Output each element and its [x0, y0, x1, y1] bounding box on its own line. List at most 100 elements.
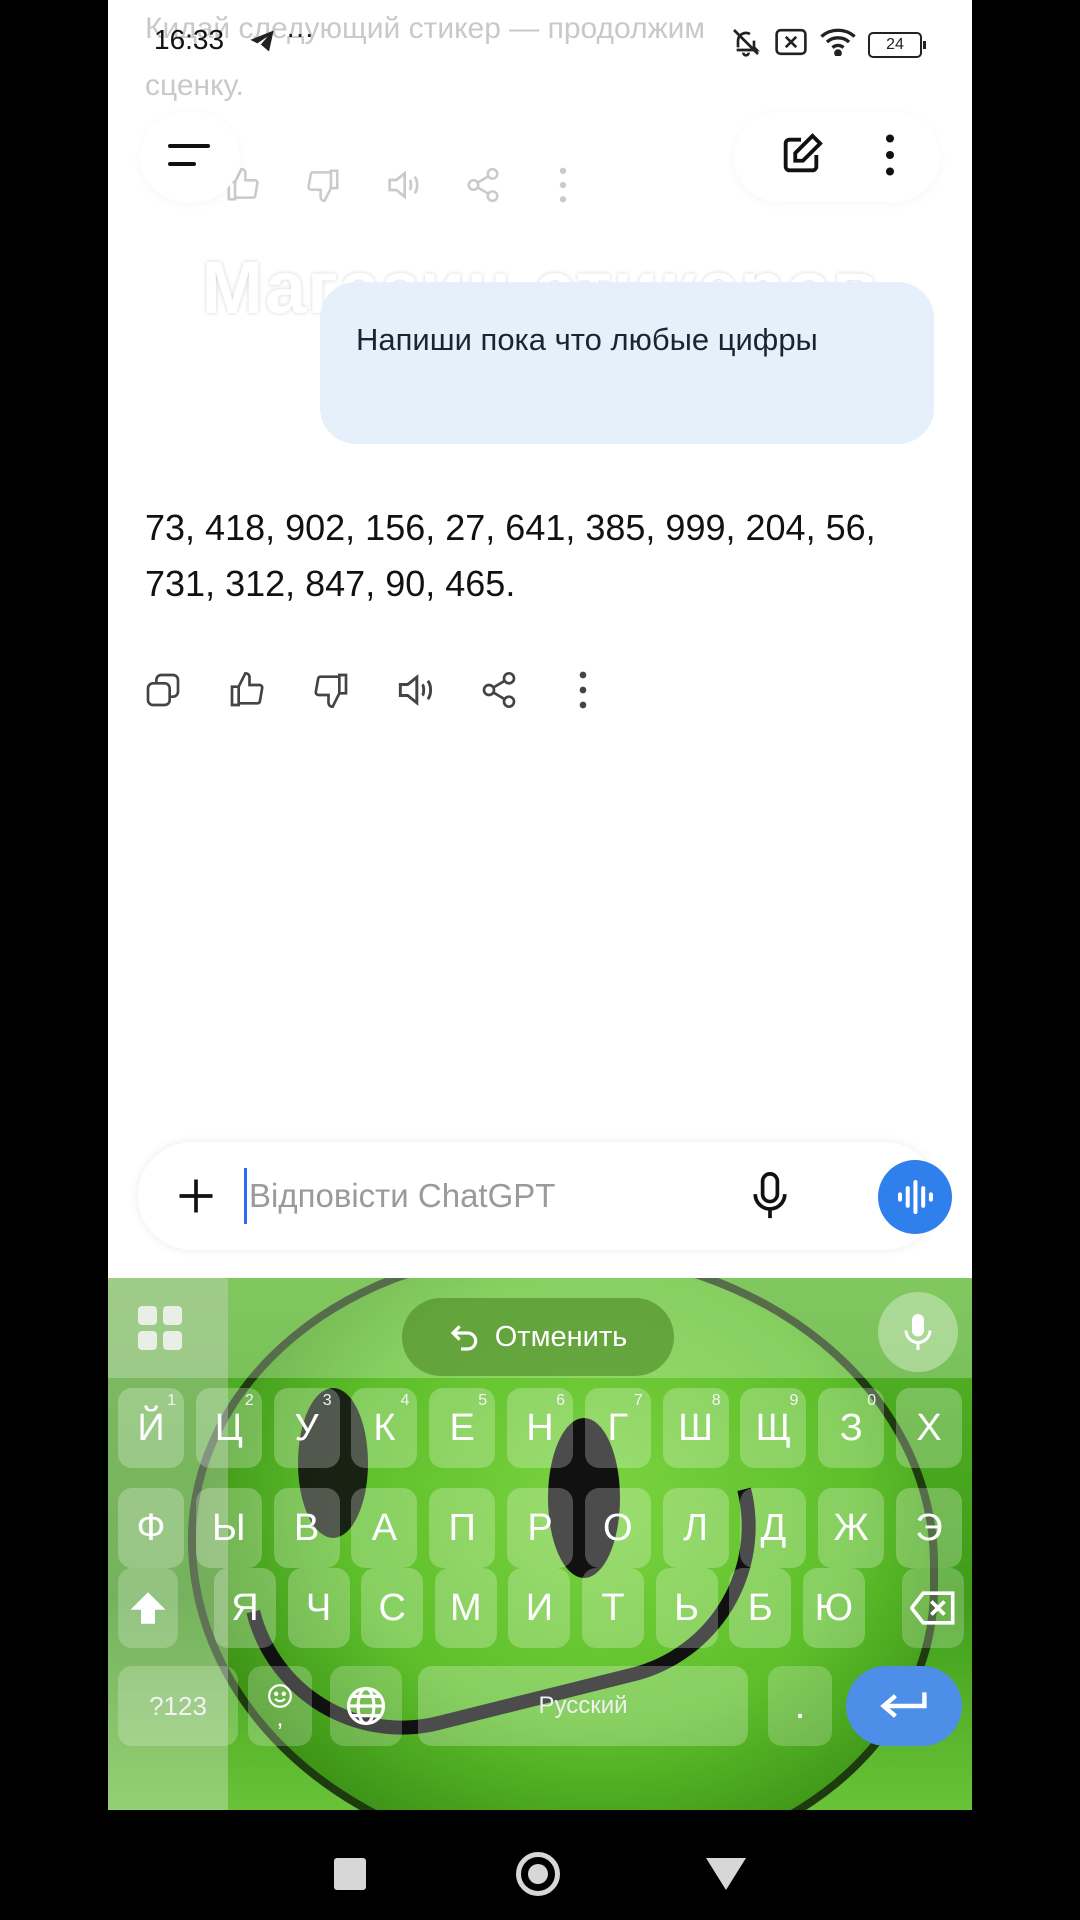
key-row3[interactable]: И: [508, 1568, 571, 1648]
attach-button[interactable]: [166, 1166, 226, 1226]
wifi-icon: [820, 28, 856, 61]
undo-icon: [450, 1325, 477, 1351]
key-row3[interactable]: Ь: [655, 1568, 718, 1648]
key-row3[interactable]: Ю: [802, 1568, 865, 1648]
more-actions-button[interactable]: [558, 665, 608, 715]
more-notifications-icon: ···: [286, 18, 314, 49]
key-row2[interactable]: А: [351, 1488, 418, 1568]
emoji-comma-key[interactable]: ,: [248, 1666, 312, 1746]
thumbs-down-button[interactable]: [306, 665, 356, 715]
key-row2[interactable]: Э: [896, 1488, 962, 1568]
voice-mode-button[interactable]: [878, 1160, 952, 1234]
space-key[interactable]: Русский: [418, 1666, 748, 1746]
language-key[interactable]: [330, 1666, 402, 1746]
enter-icon: [880, 1692, 927, 1718]
key-row1[interactable]: Й1: [118, 1388, 184, 1468]
key-row1[interactable]: Щ9: [740, 1388, 807, 1468]
copy-button[interactable]: [138, 665, 188, 715]
new-chat-button[interactable]: [778, 132, 824, 183]
key-hint: 8: [711, 1392, 721, 1409]
key-label: З: [839, 1406, 863, 1449]
key-label: Г: [607, 1406, 629, 1449]
key-row1[interactable]: К4: [351, 1388, 418, 1468]
more-options-button[interactable]: [884, 133, 896, 182]
share-icon: [482, 672, 516, 708]
key-row3[interactable]: Б: [729, 1568, 792, 1648]
key-row1[interactable]: З0: [818, 1388, 885, 1468]
menu-icon: [168, 144, 210, 166]
key-row2[interactable]: В: [273, 1488, 340, 1568]
system-navigation-bar: [0, 1810, 1080, 1920]
symbols-key[interactable]: ?123: [118, 1666, 238, 1746]
microphone-icon: [904, 1314, 932, 1350]
key-hint: 6: [556, 1392, 565, 1409]
keyboard-voice-button[interactable]: [878, 1292, 958, 1372]
on-screen-keyboard: Отменить Й1Ц2У3К4Е5Н6Г7Ш8Щ9З0Х ФЫВАПРОЛД…: [108, 1278, 972, 1810]
comma-label: ,: [276, 1705, 284, 1732]
key-row1[interactable]: Н6: [507, 1388, 573, 1468]
key-hint: 1: [167, 1392, 176, 1409]
key-row2[interactable]: Ф: [118, 1488, 184, 1568]
share-button[interactable]: [474, 665, 524, 715]
more-vertical-icon: [538, 160, 588, 210]
user-message-text: Напиши пока что любые цифры: [356, 322, 818, 357]
key-row2[interactable]: Ы: [195, 1488, 262, 1568]
key-hint: 7: [633, 1392, 643, 1409]
shift-key[interactable]: [118, 1568, 178, 1648]
key-row3[interactable]: Т: [582, 1568, 644, 1648]
key-hint: 0: [867, 1392, 877, 1409]
status-time: 16:33: [154, 24, 225, 55]
key-label: Й: [137, 1406, 165, 1449]
thumbs-up-icon: [230, 671, 264, 707]
no-sim-icon: [774, 27, 808, 62]
key-hint: 4: [400, 1392, 410, 1409]
key-row1[interactable]: Ц2: [195, 1388, 262, 1468]
message-input[interactable]: [244, 1168, 704, 1224]
key-row3[interactable]: С: [361, 1568, 424, 1648]
key-hint: 3: [322, 1392, 332, 1409]
key-hint: 2: [244, 1392, 254, 1409]
key-row1[interactable]: Х: [896, 1388, 962, 1468]
thumbs-up-button[interactable]: [222, 665, 272, 715]
status-bar: 16:33 ··· 24: [108, 18, 972, 68]
apps-grid-button[interactable]: [138, 1306, 182, 1350]
key-row2[interactable]: О: [584, 1488, 651, 1568]
key-row3[interactable]: М: [434, 1568, 497, 1648]
read-aloud-button[interactable]: [390, 665, 440, 715]
assistant-reply-text: 73, 418, 902, 156, 27, 641, 385, 999, 20…: [145, 507, 876, 604]
key-row1[interactable]: Г7: [584, 1388, 651, 1468]
thumbs-down-icon: [314, 673, 348, 709]
key-row1[interactable]: Е5: [429, 1388, 496, 1468]
key-row1[interactable]: Ш8: [662, 1388, 729, 1468]
key-row2[interactable]: Д: [740, 1488, 807, 1568]
home-dot-icon: [528, 1864, 548, 1884]
back-button[interactable]: [706, 1858, 746, 1890]
key-label: Ц: [214, 1406, 243, 1449]
key-label: Н: [526, 1406, 554, 1449]
backspace-key[interactable]: [902, 1568, 964, 1648]
share-icon: [458, 160, 508, 210]
key-row2[interactable]: Ж: [818, 1488, 885, 1568]
header-actions: [734, 112, 940, 202]
edit-icon: [783, 132, 823, 172]
key-label: Х: [916, 1406, 942, 1449]
message-composer: [138, 1142, 952, 1250]
key-row2[interactable]: Р: [507, 1488, 573, 1568]
battery-indicator: 24: [868, 31, 926, 58]
enter-key[interactable]: [846, 1666, 962, 1746]
key-row2[interactable]: П: [429, 1488, 496, 1568]
dictate-button[interactable]: [740, 1166, 800, 1226]
waveform-icon: [898, 1180, 933, 1214]
sidebar-menu-button[interactable]: [140, 112, 240, 202]
key-label: Ш: [678, 1406, 713, 1449]
key-row3[interactable]: Я: [214, 1568, 276, 1648]
phone-screen: Кидай следующий стикер — продолжим сценк…: [108, 0, 972, 1810]
keyboard-toolbar: Отменить: [108, 1278, 972, 1378]
home-button[interactable]: [516, 1852, 560, 1896]
key-row2[interactable]: Л: [662, 1488, 729, 1568]
undo-button[interactable]: Отменить: [402, 1298, 674, 1376]
period-key[interactable]: .: [768, 1666, 832, 1746]
key-row1[interactable]: У3: [273, 1388, 340, 1468]
key-row3[interactable]: Ч: [287, 1568, 350, 1648]
recents-button[interactable]: [334, 1858, 366, 1890]
